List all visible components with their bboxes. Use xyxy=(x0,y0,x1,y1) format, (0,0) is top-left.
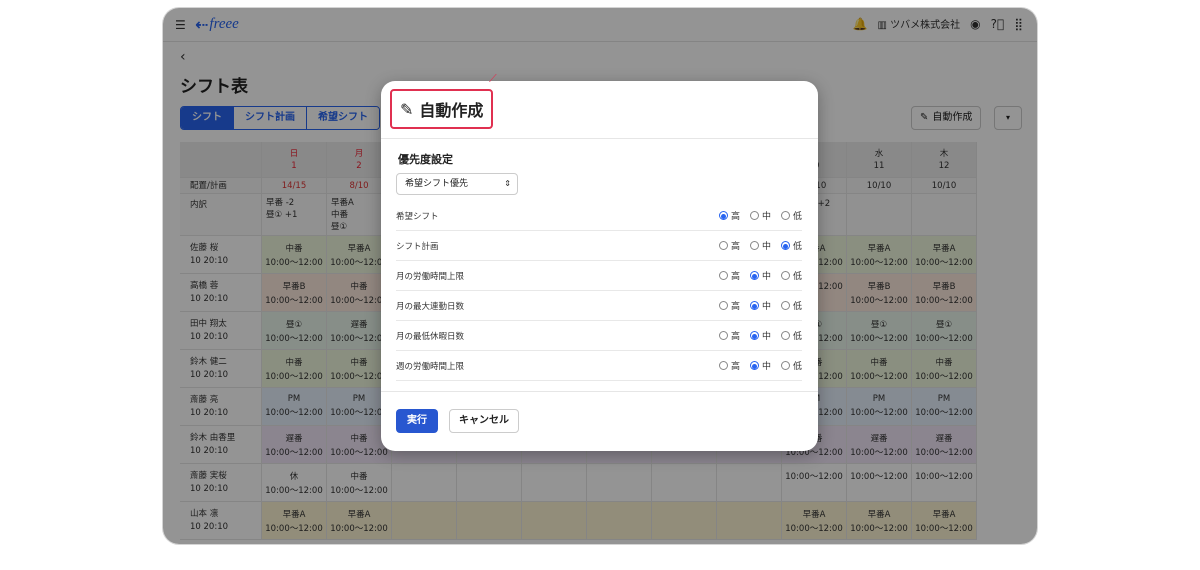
priority-option[interactable]: 高 xyxy=(718,329,740,342)
priority-option[interactable]: 高 xyxy=(718,209,740,222)
select-arrows-icon: ⇕ xyxy=(504,179,511,188)
priority-radio-group: 高中低 xyxy=(718,239,802,252)
priority-level-label: 低 xyxy=(792,242,802,252)
priority-level-label: 中 xyxy=(761,332,771,342)
priority-level-label: 高 xyxy=(730,362,740,372)
priority-radio-group: 高中低 xyxy=(718,209,802,222)
priority-level-label: 中 xyxy=(761,272,771,282)
priority-select-value: 希望シフト優先 xyxy=(405,179,469,189)
priority-rule-row: 月の最低休暇日数 高 中 低 xyxy=(396,321,802,351)
cancel-button[interactable]: キャンセル xyxy=(449,409,519,433)
priority-radio-group: 高中低 xyxy=(718,299,802,312)
priority-option[interactable]: 中 xyxy=(749,299,771,312)
shift-app: ☰ ⇠ freee 🔔 ▥ ツバメ株式会社 ◉ ?⃝ ⣿ ‹ シフト表 シフト … xyxy=(163,8,1037,544)
radio-button[interactable] xyxy=(749,241,759,250)
priority-level-label: 中 xyxy=(761,212,771,222)
priority-level-label: 高 xyxy=(730,302,740,312)
priority-option[interactable]: 高 xyxy=(718,269,740,282)
dialog-footer: 実行 キャンセル xyxy=(381,391,818,451)
priority-rule-row: シフト計画 高 中 低 xyxy=(396,231,802,261)
app-window: ☰ ⇠ freee 🔔 ▥ ツバメ株式会社 ◉ ?⃝ ⣿ ‹ シフト表 シフト … xyxy=(163,8,1037,544)
priority-option[interactable]: 低 xyxy=(780,269,802,282)
priority-rule-name: 週の労働時間上限 xyxy=(396,361,465,372)
priority-option[interactable]: 低 xyxy=(780,359,802,372)
priority-option[interactable]: 低 xyxy=(780,329,802,342)
radio-button[interactable] xyxy=(749,331,759,340)
radio-button[interactable] xyxy=(718,331,728,340)
priority-rule-name: 月の最低休暇日数 xyxy=(396,331,465,342)
priority-level-label: 高 xyxy=(730,212,740,222)
radio-button[interactable] xyxy=(780,301,790,310)
radio-button[interactable] xyxy=(749,361,759,370)
radio-button[interactable] xyxy=(718,241,728,250)
priority-rule-row: 希望シフト 高 中 低 xyxy=(396,201,802,231)
priority-level-label: 中 xyxy=(761,242,771,252)
magic-wand-icon: ✎ xyxy=(400,99,414,119)
radio-button[interactable] xyxy=(780,271,790,280)
priority-level-label: 中 xyxy=(761,362,771,372)
priority-option[interactable]: 低 xyxy=(780,209,802,222)
radio-button[interactable] xyxy=(749,301,759,310)
sparkle-icon: ⟋ xyxy=(489,72,497,85)
priority-rule-row: 月の労働時間上限 高 中 低 xyxy=(396,261,802,291)
priority-option[interactable]: 高 xyxy=(718,299,740,312)
priority-option[interactable]: 中 xyxy=(749,359,771,372)
priority-rules: 希望シフト高中低シフト計画高中低月の労働時間上限高中低月の最大連勤日数高中低月の… xyxy=(396,201,802,381)
priority-select[interactable]: 希望シフト優先 ⇕ xyxy=(396,173,518,195)
radio-button[interactable] xyxy=(780,331,790,340)
priority-level-label: 高 xyxy=(730,332,740,342)
execute-button[interactable]: 実行 xyxy=(396,409,438,433)
priority-level-label: 中 xyxy=(761,302,771,312)
priority-rule-row: 月の最大連勤日数 高 中 低 xyxy=(396,291,802,321)
radio-button[interactable] xyxy=(749,271,759,280)
priority-option[interactable]: 高 xyxy=(718,359,740,372)
priority-label: 優先度設定 xyxy=(398,153,453,166)
radio-button[interactable] xyxy=(718,301,728,310)
radio-button[interactable] xyxy=(780,361,790,370)
dialog-title: ✎ 自動作成 xyxy=(390,89,494,129)
auto-create-dialog: ✎ 自動作成 ⟋ 優先度設定 希望シフト優先 ⇕ 希望シフト高中低シフト計画高中… xyxy=(381,72,818,451)
priority-option[interactable]: 低 xyxy=(780,299,802,312)
dialog-title-text: 自動作成 xyxy=(419,101,484,120)
radio-button[interactable] xyxy=(780,211,790,220)
priority-option[interactable]: 低 xyxy=(780,239,802,252)
priority-level-label: 低 xyxy=(792,272,802,282)
priority-rule-row: 週の労働時間上限 高 中 低 xyxy=(396,351,802,381)
priority-level-label: 低 xyxy=(792,302,802,312)
priority-radio-group: 高中低 xyxy=(718,269,802,282)
priority-rule-name: 月の最大連勤日数 xyxy=(396,301,465,312)
priority-rule-name: 月の労働時間上限 xyxy=(396,271,465,282)
radio-button[interactable] xyxy=(718,211,728,220)
priority-option[interactable]: 中 xyxy=(749,329,771,342)
priority-level-label: 低 xyxy=(792,332,802,342)
priority-rule-name: 希望シフト xyxy=(396,211,439,222)
priority-level-label: 高 xyxy=(730,272,740,282)
priority-level-label: 高 xyxy=(730,242,740,252)
priority-radio-group: 高中低 xyxy=(718,359,802,372)
priority-option[interactable]: 高 xyxy=(718,239,740,252)
priority-option[interactable]: 中 xyxy=(749,209,771,222)
radio-button[interactable] xyxy=(718,361,728,370)
radio-button[interactable] xyxy=(749,211,759,220)
radio-button[interactable] xyxy=(780,241,790,250)
priority-option[interactable]: 中 xyxy=(749,239,771,252)
dialog-header: ✎ 自動作成 ⟋ xyxy=(381,72,818,139)
priority-level-label: 低 xyxy=(792,212,802,222)
radio-button[interactable] xyxy=(718,271,728,280)
priority-level-label: 低 xyxy=(792,362,802,372)
priority-radio-group: 高中低 xyxy=(718,329,802,342)
priority-rule-name: シフト計画 xyxy=(396,241,439,252)
priority-option[interactable]: 中 xyxy=(749,269,771,282)
